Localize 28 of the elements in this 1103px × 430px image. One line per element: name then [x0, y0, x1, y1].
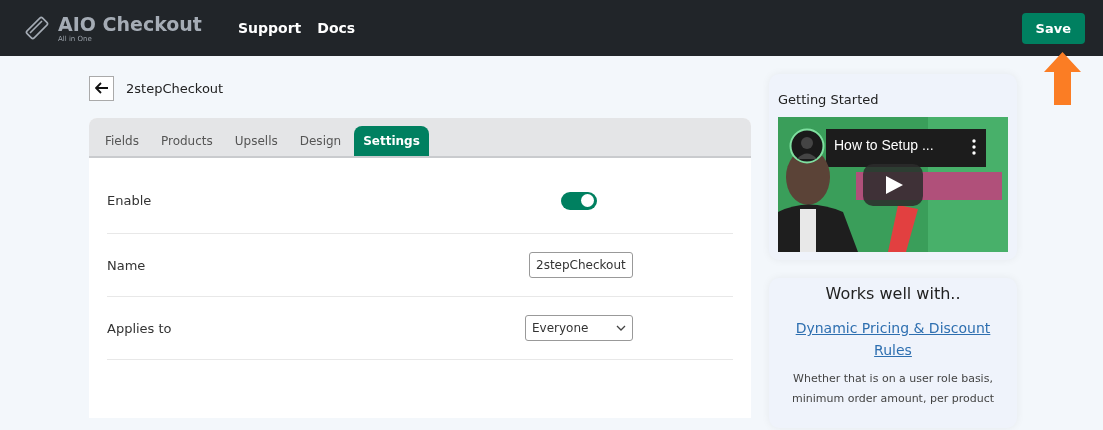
chevron-down-icon: [616, 325, 626, 331]
tab[interactable]: Settings: [354, 126, 429, 156]
applies-to-select[interactable]: Everyone: [525, 315, 633, 341]
nav-link[interactable]: Docs: [317, 20, 356, 36]
tab[interactable]: Products: [151, 126, 222, 156]
plugin-description: Whether that is on a user role basis, minimum order amount, per product: [790, 371, 995, 407]
more-icon[interactable]: [972, 139, 976, 155]
setting-label: Applies to: [107, 320, 173, 336]
tab[interactable]: Upsells: [225, 126, 287, 156]
tab[interactable]: Fields: [96, 126, 148, 156]
back-arrow-icon: [94, 82, 109, 94]
page-title: 2stepCheckout: [126, 80, 224, 96]
logo-title: AIO Checkout: [58, 13, 202, 35]
setting-label: Name: [107, 257, 147, 273]
arrow-icon: [1044, 52, 1081, 105]
tab[interactable]: Design: [290, 126, 351, 156]
back-button[interactable]: [89, 75, 114, 101]
video-title: How to Setup ...: [834, 137, 934, 153]
name-input[interactable]: 2stepCheckout: [529, 252, 633, 278]
save-button[interactable]: Save: [1021, 12, 1085, 44]
avatar-icon: [789, 128, 825, 164]
setting-label: Enable: [107, 193, 153, 208]
nav-link[interactable]: Support: [238, 20, 302, 36]
enable-toggle[interactable]: [561, 191, 597, 210]
plugin-link[interactable]: Dynamic Pricing & Discount Rules: [787, 317, 999, 361]
card-title: Getting Started: [778, 92, 880, 107]
play-icon[interactable]: [863, 164, 923, 206]
card-title: Works well with..: [824, 284, 962, 303]
